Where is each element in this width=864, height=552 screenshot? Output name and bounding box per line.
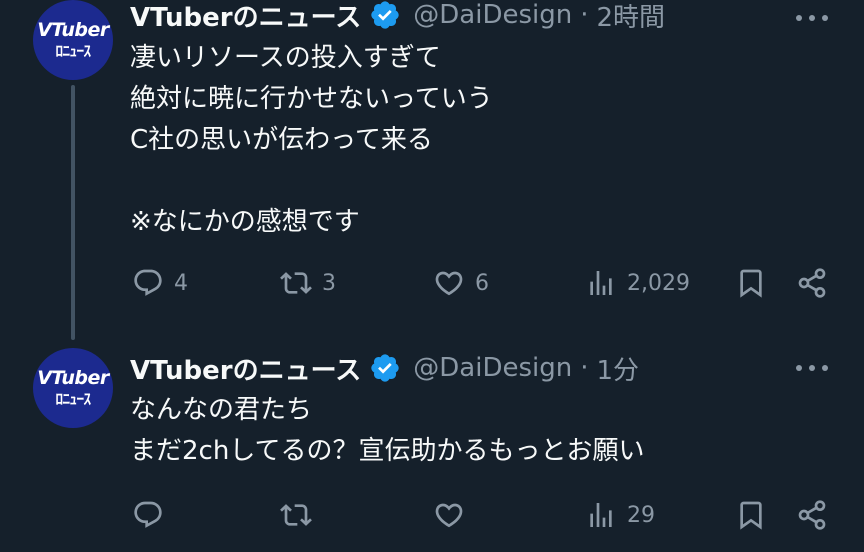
verified-badge-icon <box>371 1 399 29</box>
tweet-text-line: 凄いリソースの投入すぎて <box>130 43 441 73</box>
handle[interactable]: @DaiDesign <box>413 0 572 30</box>
avatar-text: VTuber <box>37 19 109 41</box>
action-bar: 29 <box>0 495 864 535</box>
tweet-header: VTuberのニュース @DaiDesign · 2時間 <box>130 0 665 33</box>
display-name[interactable]: VTuberのニュース <box>130 0 361 34</box>
tweet-text-line <box>130 161 493 202</box>
timestamp[interactable]: 2時間 <box>597 0 666 34</box>
reply-icon <box>134 269 162 296</box>
share-button[interactable] <box>796 263 828 303</box>
retweet-button[interactable]: 3 <box>280 263 336 303</box>
avatar-text: ﾛﾆｭｰｽ <box>55 390 91 408</box>
like-button[interactable]: 6 <box>433 263 489 303</box>
bookmark-button[interactable] <box>735 263 767 303</box>
views-chart-icon <box>590 271 612 295</box>
more-options-icon[interactable] <box>796 358 828 378</box>
retweet-icon <box>280 272 312 294</box>
bookmark-button[interactable] <box>735 495 767 535</box>
tweet-text-line: ※なにかの感想です <box>130 207 360 237</box>
heart-icon <box>435 271 463 296</box>
reply-button[interactable] <box>132 495 174 535</box>
avatar[interactable]: VTuber ﾛﾆｭｰｽ <box>33 348 113 428</box>
heart-icon <box>435 503 463 528</box>
bookmark-icon <box>740 501 762 530</box>
tweet-text-line: C社の思いが伝わって来る <box>130 125 433 155</box>
tweet-text-line: まだ2chしてるの？宣伝助かるもっとお願い <box>130 436 645 466</box>
views-count: 29 <box>627 502 655 528</box>
share-icon <box>798 268 826 298</box>
reply-icon <box>134 501 162 528</box>
share-icon <box>798 500 826 530</box>
views-count: 2,029 <box>627 270 690 296</box>
separator-dot: · <box>580 353 589 383</box>
display-name[interactable]: VTuberのニュース <box>130 350 361 387</box>
bookmark-icon <box>740 269 762 298</box>
action-bar: 4 3 6 2,029 <box>0 263 864 303</box>
views-button[interactable]: 29 <box>585 495 655 535</box>
like-button[interactable] <box>433 495 475 535</box>
tweet[interactable]: VTuber ﾛﾆｭｰｽ VTuberのニュース @DaiDesign · 1分… <box>0 340 864 552</box>
timestamp[interactable]: 1分 <box>597 350 640 387</box>
tweet-text-line: なんなの君たち <box>130 395 313 425</box>
reply-count: 4 <box>174 270 188 296</box>
retweet-icon <box>280 504 312 526</box>
avatar-text: VTuber <box>37 367 109 389</box>
like-count: 6 <box>475 270 489 296</box>
tweet[interactable]: VTuber ﾛﾆｭｰｽ VTuberのニュース @DaiDesign · 2時… <box>0 0 864 340</box>
more-options-icon[interactable] <box>796 8 828 28</box>
verified-badge-icon <box>371 354 399 382</box>
tweet-text-line: 絶対に暁に行かせないっていう <box>130 84 493 114</box>
handle[interactable]: @DaiDesign <box>413 353 572 383</box>
reply-button[interactable]: 4 <box>132 263 188 303</box>
separator-dot: · <box>580 0 589 30</box>
avatar-text: ﾛﾆｭｰｽ <box>55 42 91 60</box>
avatar[interactable]: VTuber ﾛﾆｭｰｽ <box>33 0 113 80</box>
retweet-count: 3 <box>322 270 336 296</box>
tweet-header: VTuberのニュース @DaiDesign · 1分 <box>130 350 639 386</box>
tweet-text: なんなの君たち まだ2chしてるの？宣伝助かるもっとお願い <box>130 390 645 472</box>
views-chart-icon <box>590 503 612 527</box>
retweet-button[interactable] <box>280 495 322 535</box>
share-button[interactable] <box>796 495 828 535</box>
views-button[interactable]: 2,029 <box>585 263 690 303</box>
tweet-text: 凄いリソースの投入すぎて 絶対に暁に行かせないっていう C社の思いが伝わって来る… <box>130 38 493 243</box>
